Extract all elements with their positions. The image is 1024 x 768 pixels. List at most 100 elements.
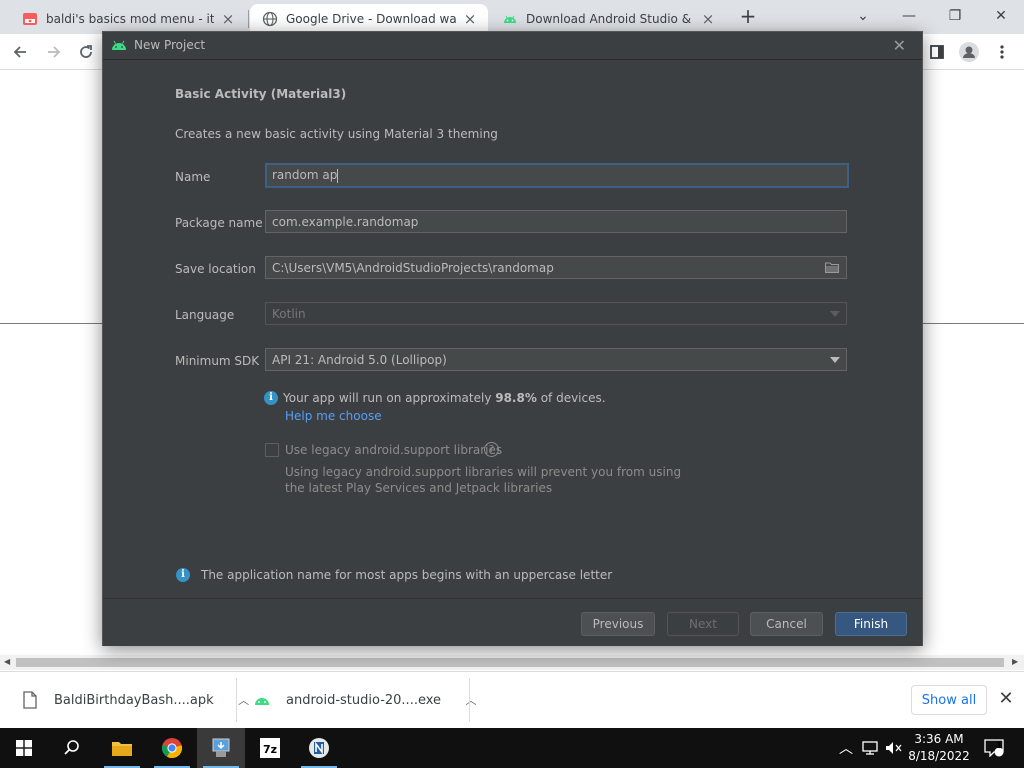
globe-icon [262,11,278,27]
clock-time: 3:36 AM [914,732,964,746]
tab-android-studio[interactable]: Download Android Studio & App × [490,4,726,34]
app-button[interactable] [295,728,343,768]
language-label: Language [175,308,235,322]
legacy-support-checkbox[interactable] [265,443,279,457]
close-downloads-icon[interactable]: ✕ [996,688,1016,710]
folder-browse-icon[interactable] [824,261,840,275]
scroll-right-icon[interactable]: ▶ [1012,657,1018,666]
new-project-dialog: New Project ✕ Basic Activity (Material3)… [102,31,923,646]
chevron-up-icon[interactable]: ︿ [836,728,856,768]
clock-date: 8/18/2022 [908,749,970,763]
tab-divider [248,10,249,28]
horizontal-scrollbar[interactable]: ◀ ▶ [0,655,1024,670]
minimum-sdk-select[interactable]: API 21: Android 5.0 (Lollipop) [265,348,847,371]
dropdown-arrow-icon[interactable] [830,356,840,363]
download-filename: android-studio-20....exe [286,692,442,708]
tab-google-drive[interactable]: Google Drive - Download warnin × [250,4,488,34]
start-button[interactable] [0,728,48,768]
minimize-button[interactable]: — [886,2,932,30]
info-icon: i [176,568,190,582]
help-question-icon[interactable]: ? [484,442,499,457]
windows-taskbar: 7z ︿ 3:36 AM 8/18/2022 1 [0,728,1024,768]
chevron-up-icon[interactable]: ︿ [236,692,252,708]
downloads-bar: BaldiBirthdayBash....apk ︿ android-studi… [0,671,1024,727]
new-tab-button[interactable]: + [736,5,760,29]
name-field[interactable]: random ap [265,163,849,188]
dialog-title-bar[interactable]: New Project ✕ [103,32,922,60]
file-explorer-button[interactable] [98,728,146,768]
template-heading: Basic Activity (Material3) [175,87,347,101]
chrome-button[interactable] [148,728,196,768]
chevron-up-icon[interactable]: ︿ [463,692,479,708]
search-icon [64,740,79,755]
android-icon [111,39,127,54]
browser-tab-strip: baldi's basics mod menu - itch.io × Goog… [0,0,1024,34]
notification-count: 1 [996,741,1003,751]
minimum-sdk-label: Minimum SDK [175,354,260,368]
save-location-field[interactable]: C:\Users\VM5\AndroidStudioProjects\rando… [265,256,847,279]
restore-button[interactable]: ❐ [932,2,978,30]
close-icon[interactable]: ✕ [893,36,906,55]
dialog-body: Basic Activity (Material3) Creates a new… [103,60,922,598]
reload-icon[interactable] [74,40,98,64]
dropdown-arrow-icon [830,310,840,317]
file-icon [22,690,38,710]
tab-search-button[interactable]: ⌄ [840,2,886,30]
dialog-title: New Project [134,38,206,52]
installer-app-button[interactable] [197,728,245,768]
7zip-button[interactable]: 7z [246,728,294,768]
download-filename: BaldiBirthdayBash....apk [54,692,214,708]
previous-button[interactable]: Previous [581,612,655,636]
scrollbar-thumb[interactable] [16,658,1004,667]
language-value: Kotlin [272,306,306,321]
name-label: Name [175,170,211,184]
save-location-value: C:\Users\VM5\AndroidStudioProjects\rando… [272,260,554,275]
app-icon [309,738,329,758]
tab-title: Download Android Studio & App [526,12,694,26]
network-icon[interactable] [860,728,880,768]
svg-text:7z: 7z [263,743,277,756]
close-tab-icon[interactable]: × [700,11,716,27]
notification-center-icon[interactable]: 1 [980,728,1008,768]
page-divider-line [923,323,1024,324]
back-icon[interactable] [8,40,32,64]
itchio-icon [22,11,38,27]
chrome-icon [161,738,183,759]
scroll-left-icon[interactable]: ◀ [4,657,10,666]
download-item[interactable]: android-studio-20....exe ︿ [254,672,479,728]
profile-avatar-icon[interactable] [957,40,981,64]
close-tab-icon[interactable]: × [462,11,478,27]
text-cursor [337,168,339,183]
search-button[interactable] [48,728,96,768]
cancel-button[interactable]: Cancel [750,612,823,636]
package-name-value: com.example.randomap [272,214,419,229]
forward-icon[interactable] [42,40,66,64]
legacy-support-label[interactable]: Use legacy android.support libraries [285,443,502,457]
legacy-support-description: Using legacy android.support libraries w… [285,465,682,495]
save-location-label: Save location [175,262,256,276]
sdk-coverage-text: Your app will run on approximately 98.8%… [283,391,606,405]
package-name-field[interactable]: com.example.randomap [265,210,847,233]
7zip-icon: 7z [260,738,280,758]
finish-button[interactable]: Finish [835,612,907,636]
more-menu-icon[interactable] [990,40,1014,64]
installer-icon [212,738,230,757]
info-icon: i [264,391,278,405]
dialog-footer: Previous Next Cancel Finish [103,598,922,646]
tab-title: Google Drive - Download warnin [286,12,456,26]
next-button[interactable]: Next [667,612,739,636]
side-panel-icon[interactable] [925,40,949,64]
taskbar-clock[interactable]: 3:36 AM 8/18/2022 [906,731,972,765]
close-tab-icon[interactable]: × [220,11,236,27]
close-window-button[interactable]: ✕ [978,2,1024,30]
package-name-label: Package name [175,216,263,230]
help-me-choose-link[interactable]: Help me choose [285,409,382,423]
download-item[interactable]: BaldiBirthdayBash....apk ︿ [22,672,252,728]
validation-hint: The application name for most apps begin… [201,568,613,582]
minimum-sdk-value: API 21: Android 5.0 (Lollipop) [272,352,447,367]
tab-itchio[interactable]: baldi's basics mod menu - itch.io × [10,4,246,34]
show-all-button[interactable]: Show all [911,685,987,715]
volume-muted-icon[interactable] [884,728,904,768]
sdk-coverage-percent: 98.8% [495,391,537,405]
android-studio-icon [254,690,270,710]
